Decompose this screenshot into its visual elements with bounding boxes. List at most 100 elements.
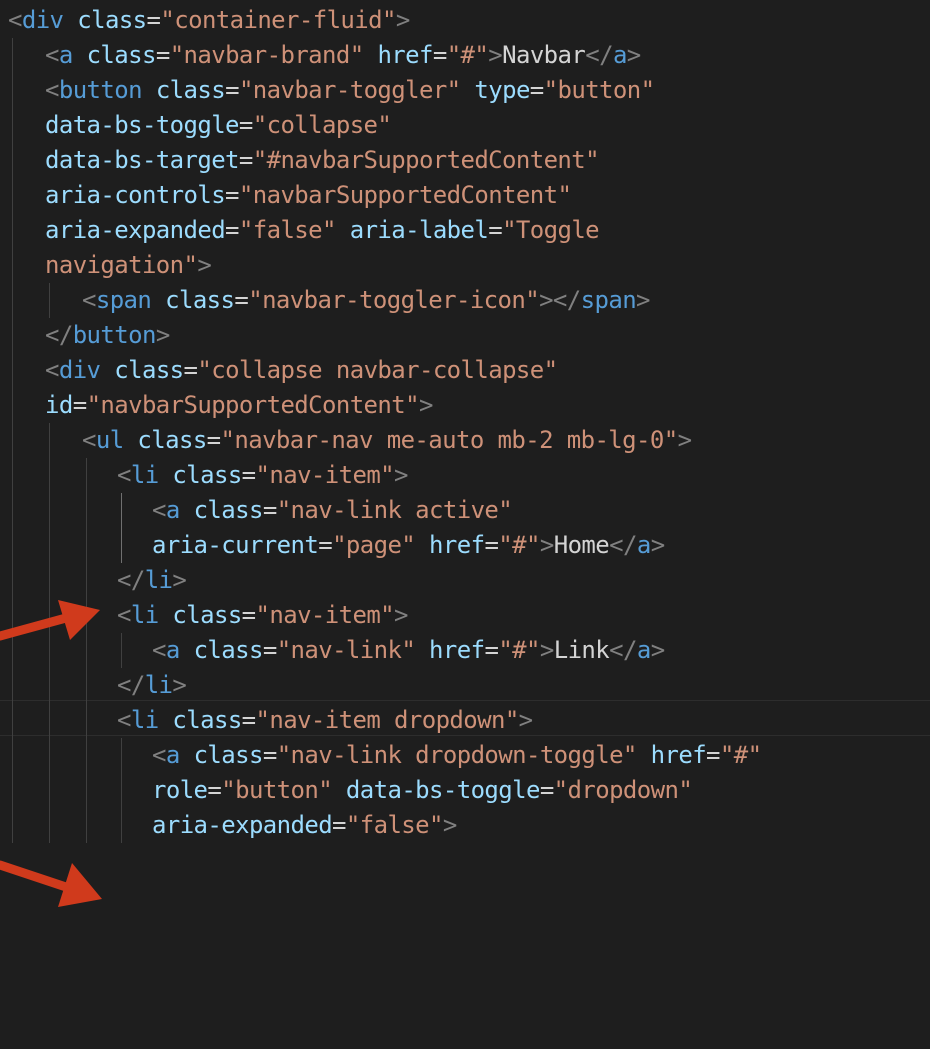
attribute-name: class	[172, 706, 242, 734]
code-line[interactable]: id="navbarSupportedContent">	[45, 388, 433, 423]
attribute-name: aria-expanded	[152, 811, 333, 839]
tag-name: div	[21, 6, 64, 34]
indent-guide	[86, 458, 87, 843]
code-line[interactable]: <div class="collapse navbar-collapse"	[45, 353, 558, 388]
attribute-value: "button"	[221, 776, 333, 804]
punctuation: >	[539, 636, 554, 664]
punctuation: >	[172, 566, 187, 594]
equals-sign: =	[432, 41, 447, 69]
code-line[interactable]: <div class="container-fluid">	[8, 3, 410, 38]
code-line[interactable]: </li>	[117, 563, 187, 598]
code-editor[interactable]: <div class="container-fluid"> <a class="n…	[0, 0, 930, 1049]
attribute-value: "nav-link active"	[276, 496, 513, 524]
tag-name: span	[580, 286, 637, 314]
punctuation: <	[45, 76, 59, 104]
tag-name: li	[130, 461, 159, 489]
code-line[interactable]: <li class="nav-item">	[117, 458, 408, 493]
attribute-name: class	[77, 6, 147, 34]
attribute-value: "false"	[345, 811, 444, 839]
attribute-name: class	[172, 461, 242, 489]
attribute-name: href	[429, 636, 485, 664]
attribute-value: "navbarSupportedContent"	[86, 391, 420, 419]
punctuation: </	[585, 41, 613, 69]
code-line[interactable]: aria-expanded="false" aria-label="Toggle	[45, 213, 600, 248]
text-content: Home	[553, 531, 610, 559]
equals-sign: =	[238, 146, 253, 174]
attribute-name: aria-current	[152, 531, 319, 559]
equals-sign: =	[225, 76, 239, 104]
text-content	[159, 461, 173, 489]
punctuation: >	[539, 531, 554, 559]
attribute-name: data-bs-toggle	[45, 111, 239, 139]
tag-name: li	[144, 566, 173, 594]
equals-sign: =	[332, 811, 346, 839]
equals-sign: =	[225, 181, 239, 209]
attribute-name: class	[193, 496, 264, 524]
code-line[interactable]: <button class="navbar-toggler" type="but…	[45, 73, 655, 108]
punctuation: >	[155, 321, 170, 349]
attribute-value: "navbarSupportedContent"	[238, 181, 572, 209]
punctuation: >	[626, 41, 641, 69]
punctuation: <	[152, 636, 166, 664]
code-line[interactable]: <span class="navbar-toggler-icon"></span…	[82, 283, 651, 318]
tag-name: a	[165, 741, 180, 769]
punctuation: >	[488, 41, 503, 69]
punctuation: >	[394, 601, 408, 629]
attribute-value: "#navbarSupportedContent"	[252, 146, 600, 174]
indent-guide	[121, 493, 122, 563]
code-line[interactable]: </li>	[117, 668, 187, 703]
tag-name: a	[612, 41, 627, 69]
code-line[interactable]: <a class="navbar-brand" href="#">Navbar<…	[45, 38, 641, 73]
code-line[interactable]: aria-expanded="false">	[152, 808, 457, 843]
attribute-name: class	[155, 76, 226, 104]
punctuation: >	[197, 251, 212, 279]
code-line[interactable]: navigation">	[45, 248, 212, 283]
punctuation: <	[8, 6, 22, 34]
equals-sign: =	[318, 531, 333, 559]
equals-sign: =	[241, 461, 256, 489]
tag-name: ul	[95, 426, 124, 454]
attribute-value: "nav-item"	[255, 601, 395, 629]
equals-sign: =	[484, 531, 499, 559]
code-line[interactable]: data-bs-toggle="collapse"	[45, 108, 392, 143]
attribute-name: class	[114, 356, 184, 384]
punctuation: >	[172, 671, 187, 699]
tag-name: a	[636, 636, 651, 664]
equals-sign: =	[72, 391, 87, 419]
code-line[interactable]: <a class="nav-link dropdown-toggle" href…	[152, 738, 762, 773]
text-content	[415, 531, 429, 559]
code-line[interactable]: aria-current="page" href="#">Home</a>	[152, 528, 665, 563]
attribute-name: aria-label	[349, 216, 489, 244]
tag-name: li	[144, 671, 173, 699]
equals-sign: =	[488, 216, 503, 244]
arrow-pointer-icon	[0, 613, 71, 641]
punctuation: ></	[539, 286, 581, 314]
punctuation: <	[82, 426, 96, 454]
code-line[interactable]: <a class="nav-link" href="#">Link</a>	[152, 633, 665, 668]
code-line[interactable]: data-bs-target="#navbarSupportedContent"	[45, 143, 600, 178]
code-line[interactable]: <a class="nav-link active"	[152, 493, 513, 528]
attribute-value: "nav-link dropdown-toggle"	[276, 741, 638, 769]
indent-guide	[121, 738, 122, 843]
attribute-value: "page"	[332, 531, 416, 559]
attribute-name: href	[429, 531, 485, 559]
text-content	[364, 41, 378, 69]
text-content	[151, 286, 165, 314]
punctuation: </	[45, 321, 73, 349]
punctuation: >	[650, 636, 665, 664]
punctuation: <	[117, 601, 131, 629]
code-line[interactable]: role="button" data-bs-toggle="dropdown"	[152, 773, 693, 808]
attribute-value: "nav-link"	[276, 636, 416, 664]
code-line[interactable]: aria-controls="navbarSupportedContent"	[45, 178, 572, 213]
tag-name: a	[165, 636, 180, 664]
code-line[interactable]: <li class="nav-item dropdown">	[117, 703, 533, 738]
tag-name: a	[636, 531, 651, 559]
attribute-value: "navbar-nav me-auto mb-2 mb-lg-0"	[220, 426, 679, 454]
text-content	[180, 496, 194, 524]
code-line[interactable]: </button>	[45, 318, 170, 353]
attribute-value: "Toggle	[502, 216, 600, 244]
attribute-name: role	[152, 776, 208, 804]
code-line[interactable]: <li class="nav-item">	[117, 598, 408, 633]
code-line[interactable]: <ul class="navbar-nav me-auto mb-2 mb-lg…	[82, 423, 692, 458]
attribute-value: "navbar-brand"	[169, 41, 364, 69]
